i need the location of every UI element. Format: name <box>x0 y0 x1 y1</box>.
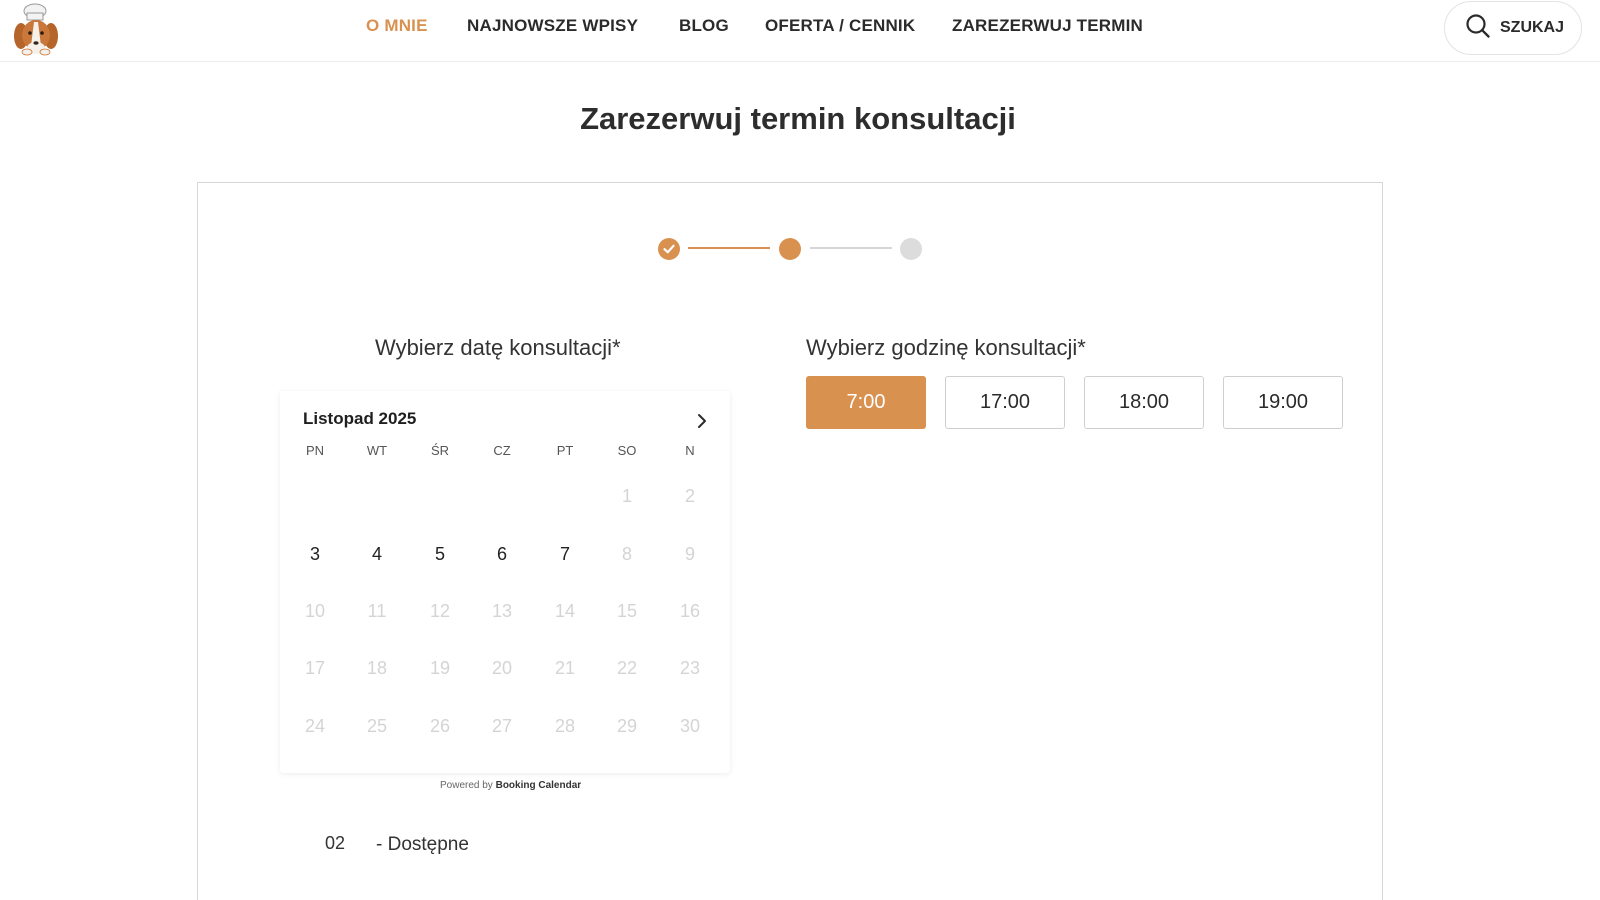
calendar-day-unavailable: 13 <box>491 601 513 621</box>
search-icon <box>1465 13 1491 44</box>
calendar-day-unavailable: 17 <box>304 658 326 678</box>
calendar-day-unavailable: 12 <box>429 601 451 621</box>
calendar-day-unavailable: 29 <box>616 716 638 736</box>
calendar-day-unavailable: 20 <box>491 658 513 678</box>
calendar-day-unavailable: 21 <box>554 658 576 678</box>
time-slot-button[interactable]: 17:00 <box>945 376 1065 429</box>
search-button[interactable]: SZUKAJ <box>1444 1 1582 55</box>
calendar-day-unavailable: 16 <box>679 601 701 621</box>
site-header: O MNIE NAJNOWSZE WPISY BLOG OFERTA / CEN… <box>0 0 1600 62</box>
calendar-weekday-header: CZ <box>493 443 511 458</box>
calendar-weekday-header: PT <box>556 443 574 458</box>
calendar-weekday-header: PN <box>305 443 325 458</box>
step-2-current <box>779 238 801 260</box>
time-slot-button[interactable]: 19:00 <box>1223 376 1343 429</box>
calendar-day-unavailable: 2 <box>684 486 695 506</box>
booking-calendar: Listopad 2025 PN WT ŚR CZ PT SO N 1 2 3 4 5 6 7 8 9 10 11… <box>280 391 730 773</box>
nav-item-zarezerwuj-termin[interactable]: ZAREZERWUJ TERMIN <box>952 16 1143 36</box>
calendar-day-unavailable: 22 <box>616 658 638 678</box>
page-title: Zarezerwuj termin konsultacji <box>580 101 1016 136</box>
calendar-day-unavailable: 9 <box>684 544 695 564</box>
date-section-title: Wybierz datę konsultacji* <box>375 335 621 360</box>
calendar-day-available[interactable]: 6 <box>482 544 522 565</box>
calendar-day-unavailable: 26 <box>429 716 451 736</box>
calendar-day-available[interactable]: 7 <box>545 544 585 565</box>
calendar-day-unavailable: 24 <box>304 716 326 736</box>
powered-by-prefix: Powered by <box>440 780 493 791</box>
search-label: SZUKAJ <box>1500 19 1565 36</box>
calendar-day-unavailable: 30 <box>679 716 701 736</box>
calendar-weekday-header: SO <box>617 443 637 458</box>
time-slot-button[interactable]: 7:00 <box>806 376 926 429</box>
chevron-right-icon <box>698 414 706 428</box>
step-1-completed <box>658 238 680 260</box>
calendar-day-unavailable: 10 <box>304 601 326 621</box>
calendar-day-unavailable: 18 <box>366 658 388 678</box>
calendar-day-unavailable: 11 <box>367 601 387 621</box>
nav-item-najnowsze-wpisy[interactable]: NAJNOWSZE WPISY <box>467 16 638 36</box>
calendar-day-unavailable: 28 <box>554 716 576 736</box>
time-slot-button[interactable]: 18:00 <box>1084 376 1204 429</box>
calendar-day-unavailable: 23 <box>679 658 701 678</box>
calendar-day-unavailable: 15 <box>616 601 638 621</box>
checkmark-icon <box>663 244 675 254</box>
step-connector-2 <box>810 247 892 249</box>
calendar-day-unavailable: 14 <box>554 601 576 621</box>
step-connector-1 <box>688 247 770 249</box>
calendar-day-available[interactable]: 4 <box>357 544 397 565</box>
powered-by-note: Powered by Booking Calendar <box>440 780 581 791</box>
time-section-title: Wybierz godzinę konsultacji* <box>806 335 1086 360</box>
calendar-day-available[interactable]: 5 <box>420 544 460 565</box>
calendar-month-label: Listopad 2025 <box>303 409 417 428</box>
nav-item-o-mnie[interactable]: O MNIE <box>366 16 428 36</box>
main-nav: O MNIE NAJNOWSZE WPISY BLOG OFERTA / CEN… <box>0 0 1600 54</box>
calendar-day-available[interactable]: 3 <box>295 544 335 565</box>
calendar-next-month-button[interactable] <box>690 407 714 435</box>
calendar-weekday-header: N <box>685 443 695 458</box>
step-3-upcoming <box>900 238 922 260</box>
calendar-day-unavailable: 1 <box>621 486 632 506</box>
calendar-weekday-header: WT <box>366 443 388 458</box>
nav-item-blog[interactable]: BLOG <box>679 16 729 36</box>
powered-by-brand[interactable]: Booking Calendar <box>496 780 582 791</box>
calendar-day-unavailable: 25 <box>366 716 388 736</box>
calendar-day-unavailable: 27 <box>491 716 513 736</box>
legend-available-label: - Dostępne <box>376 834 469 855</box>
calendar-day-unavailable: 19 <box>429 658 451 678</box>
calendar-day-unavailable: 8 <box>621 544 632 564</box>
calendar-weekday-header: ŚR <box>430 443 450 458</box>
legend-sample-day: 02 <box>325 833 346 853</box>
nav-item-oferta-cennik[interactable]: OFERTA / CENNIK <box>765 16 915 36</box>
